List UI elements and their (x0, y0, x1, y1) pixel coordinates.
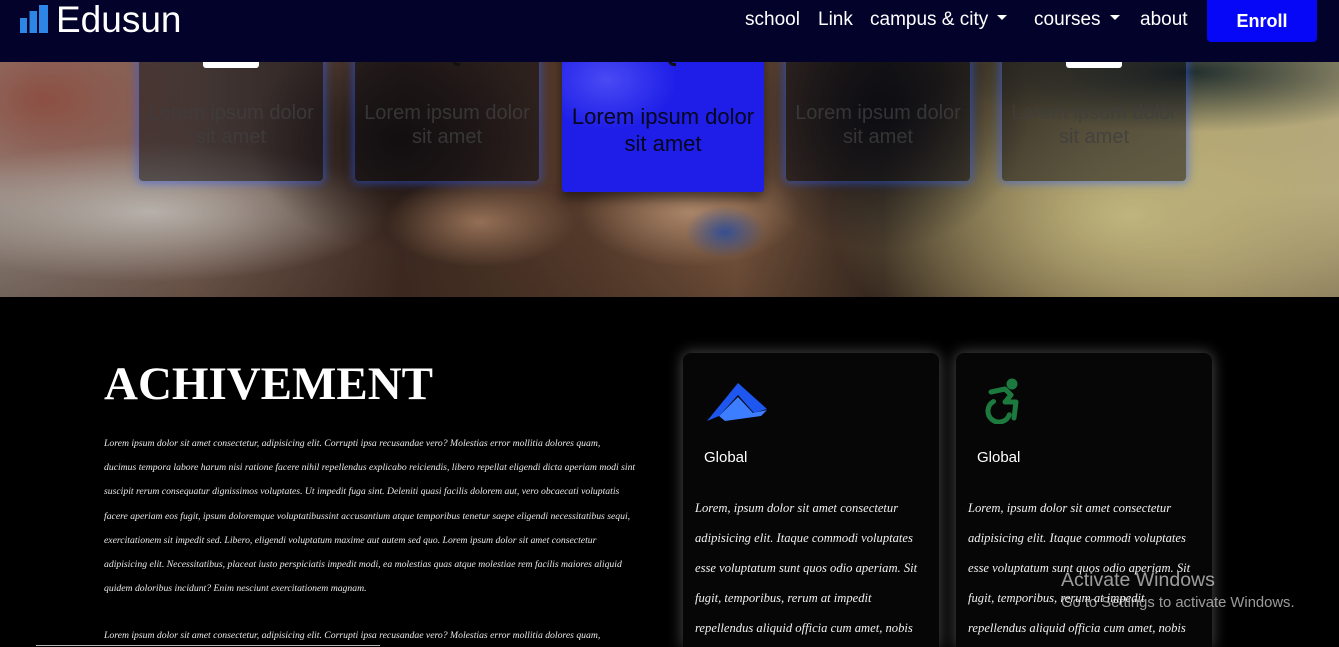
hero-card-text: Lorem ipsum dolor sit amet (148, 102, 314, 148)
nav-link-label: about (1140, 9, 1188, 30)
achievement-paragraph: Lorem ipsum dolor sit amet consectetur, … (104, 625, 600, 647)
paragraph-line: exercitationem sit impedit sed. Libero, … (104, 534, 597, 546)
paragraph-line: Lorem ipsum dolor sit amet consectetur, … (104, 630, 601, 641)
feature-card-text-line: fugit, temporibus, rerum at impedit (695, 591, 872, 605)
nav-link-about[interactable]: about (1140, 8, 1188, 32)
nav-dropdown-courses[interactable]: courses (1034, 8, 1120, 32)
navbar: Edusun school Link campus & city courses… (0, 0, 1339, 62)
feature-card-text-line: repellendus aliquid officia cum amet, no… (695, 621, 913, 635)
caret-down-icon (997, 15, 1008, 21)
nav-link-label: Link (818, 9, 853, 30)
feature-card-label: Global (704, 449, 748, 466)
paragraph-line: quidem doloribus incidunt? Enim nesciunt… (104, 583, 367, 595)
feature-card-text: Lorem, ipsum dolor sit amet consectetur … (695, 493, 917, 643)
feature-card-text-line: esse voluptatum sunt quos odio aperiam. … (695, 561, 918, 575)
activate-windows-watermark: Activate Windows Go to Settings to activ… (1061, 569, 1295, 612)
watermark-subtitle: Go to Settings to activate Windows. (1061, 595, 1295, 611)
nav-link-link[interactable]: Link (818, 8, 853, 32)
nav-link-label: courses (1034, 9, 1101, 30)
feature-card-text-line: repellendus aliquid officia cum amet, no… (968, 621, 1186, 635)
hero-card-text: Lorem ipsum dolor sit amet (364, 102, 530, 148)
nav-link-label: school (745, 9, 800, 30)
hero-card-text: Lorem ipsum dolor sit amet (571, 104, 755, 156)
brand-name: Edusun (56, 0, 182, 40)
bar-chart-icon (20, 5, 48, 33)
enroll-button[interactable]: Enroll (1207, 0, 1317, 42)
paragraph-line: suscipit rerum consequatur dignissimos v… (104, 486, 620, 498)
hero-card-text: Lorem ipsum dolor sit amet (1011, 102, 1177, 148)
watermark-title: Activate Windows (1061, 569, 1215, 591)
bottom-divider (36, 645, 380, 646)
nav-link-school[interactable]: school (745, 8, 800, 32)
feature-card-text-line: adipisicing elit. Itaque commodi volupta… (968, 531, 1186, 545)
paragraph-line: Lorem ipsum dolor sit amet consectetur, … (104, 438, 601, 449)
feature-card-text: Lorem, ipsum dolor sit amet consectetur … (968, 493, 1190, 643)
feature-card-label: Global (977, 449, 1021, 466)
triangle-logo-icon (707, 383, 767, 423)
feature-card[interactable]: Global Lorem, ipsum dolor sit amet conse… (683, 353, 939, 647)
paragraph-line: adipisicing elit. Necessitatibus, placea… (104, 559, 622, 571)
feature-card-text-line: Lorem, ipsum dolor sit amet consectetur (968, 501, 1172, 515)
brand-logo[interactable]: Edusun (0, 0, 190, 42)
feature-card-text-line: Lorem, ipsum dolor sit amet consectetur (695, 501, 899, 515)
paragraph-line: facere aperiam eos fugit, ipsum doloremq… (104, 510, 631, 522)
paragraph-line: ducimus tempora labore harum nisi ration… (104, 462, 636, 474)
caret-down-icon (1109, 15, 1120, 21)
nav-dropdown-campus-city[interactable]: campus & city (870, 8, 1008, 32)
nav-link-label: campus & city (870, 9, 989, 30)
wheelchair-icon (983, 378, 1023, 425)
feature-card-text-line: adipisicing elit. Itaque commodi volupta… (695, 531, 913, 545)
achievement-paragraph: Lorem ipsum dolor sit amet consectetur, … (104, 432, 635, 601)
section-title: ACHIVEMENT (104, 358, 434, 410)
hero-card-text: Lorem ipsum dolor sit amet (795, 102, 961, 148)
